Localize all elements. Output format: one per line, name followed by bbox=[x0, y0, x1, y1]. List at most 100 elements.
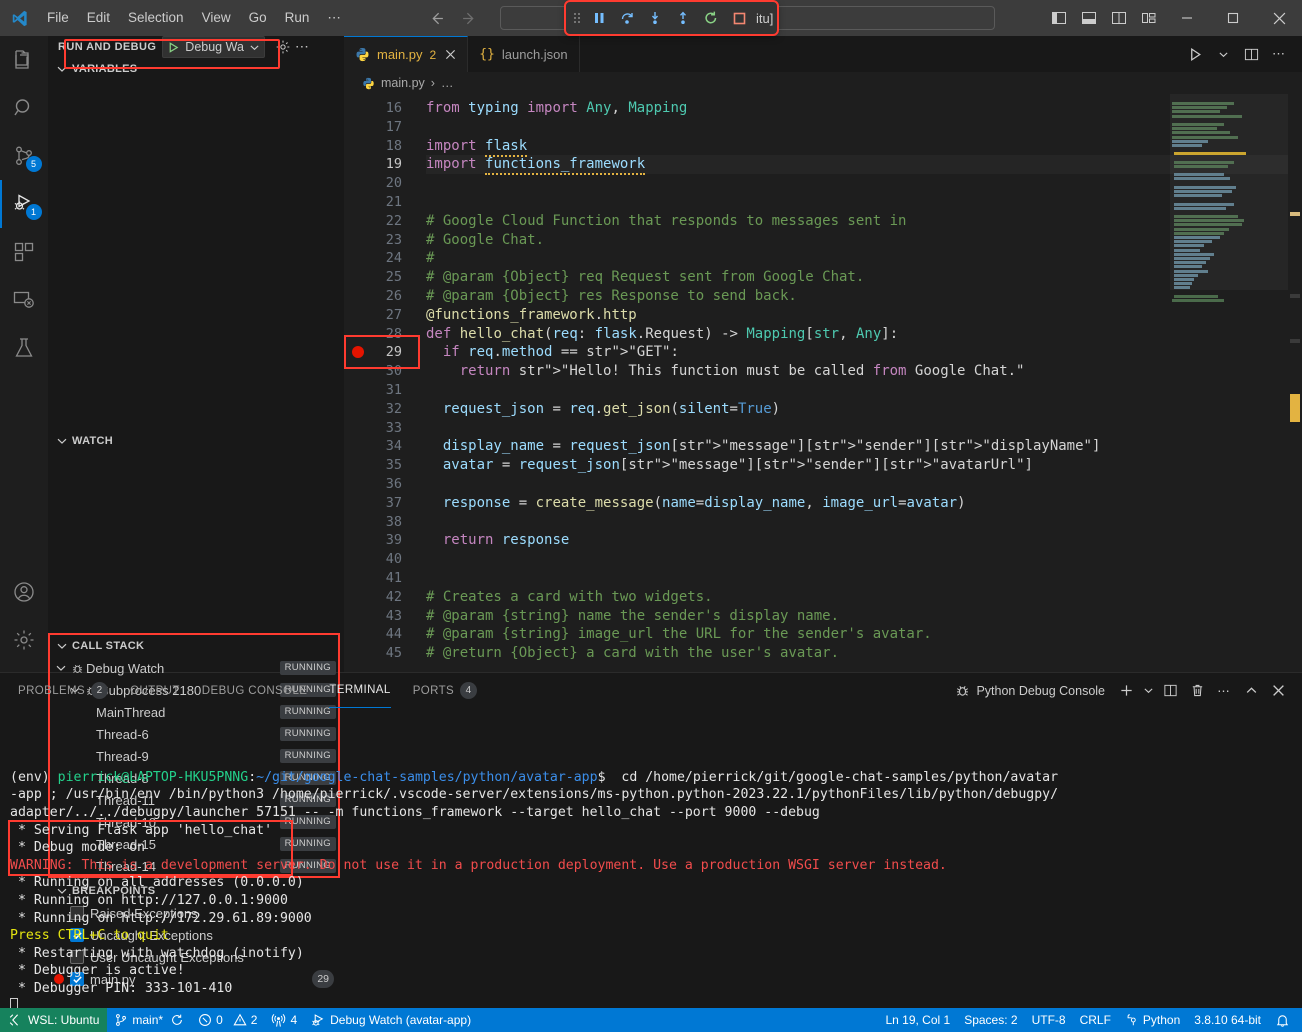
debug-step-out-button[interactable] bbox=[670, 5, 696, 31]
terminal-output[interactable]: (env) pierrick@LAPTOP-HKU5PNNG:~/git/goo… bbox=[0, 708, 1302, 1008]
tab-launch-json[interactable]: {} launch.json bbox=[468, 36, 579, 72]
debug-toolbar[interactable]: itu] bbox=[566, 2, 777, 34]
editor-overview-ruler[interactable] bbox=[1288, 94, 1302, 672]
status-debug-session[interactable]: Debug Watch (avatar-app) bbox=[304, 1008, 478, 1032]
editor-more-actions-icon[interactable]: ⋯ bbox=[1266, 36, 1292, 72]
sidebar-item-search[interactable] bbox=[0, 84, 48, 132]
panel-tab-problems[interactable]: PROBLEMS2 bbox=[18, 673, 108, 708]
new-terminal-icon[interactable] bbox=[1114, 678, 1138, 704]
status-indentation[interactable]: Spaces: 2 bbox=[957, 1008, 1024, 1032]
panel-more-actions-icon[interactable]: ⋯ bbox=[1212, 678, 1236, 704]
status-remote-indicator[interactable]: WSL: Ubuntu bbox=[0, 1008, 107, 1032]
debug-restart-button[interactable] bbox=[698, 5, 724, 31]
menu-more[interactable]: ⋯ bbox=[318, 0, 350, 36]
sidebar-header-actions[interactable]: ⋯ bbox=[275, 39, 310, 55]
watch-list[interactable] bbox=[48, 452, 344, 635]
debug-pause-button[interactable] bbox=[586, 5, 612, 31]
editor-actions[interactable]: ⋯ bbox=[1182, 36, 1302, 72]
menu-bar[interactable]: File Edit Selection View Go Run ⋯ bbox=[38, 0, 350, 36]
panel-tab-ports[interactable]: PORTS4 bbox=[413, 673, 477, 708]
panel-tab-bar[interactable]: PROBLEMS2 OUTPUT DEBUG CONSOLE TERMINAL PORT… bbox=[0, 673, 1302, 708]
menu-file[interactable]: File bbox=[38, 0, 78, 36]
sidebar-more-actions-icon[interactable]: ⋯ bbox=[295, 39, 310, 55]
accounts-icon[interactable] bbox=[0, 568, 48, 616]
status-notifications-bell-icon[interactable] bbox=[1268, 1008, 1302, 1032]
menu-run[interactable]: Run bbox=[276, 0, 319, 36]
debug-configuration-select[interactable]: Debug Wa bbox=[162, 36, 265, 58]
toggle-primary-sidebar-icon[interactable] bbox=[1044, 0, 1074, 36]
sidebar-item-source-control[interactable]: 5 bbox=[0, 132, 48, 180]
kill-terminal-trash-icon[interactable] bbox=[1185, 678, 1209, 704]
section-variables-header[interactable]: VARIABLES bbox=[48, 58, 344, 80]
start-debugging-icon[interactable] bbox=[167, 41, 180, 54]
manage-settings-gear-icon[interactable] bbox=[0, 616, 48, 664]
go-forward-icon[interactable] bbox=[461, 10, 478, 27]
minimize-button[interactable] bbox=[1164, 0, 1210, 36]
menu-view[interactable]: View bbox=[193, 0, 240, 36]
terminal-cursor bbox=[10, 998, 1302, 1009]
panel-tab-output[interactable]: OUTPUT bbox=[130, 673, 180, 708]
customize-layout-icon[interactable] bbox=[1134, 0, 1164, 36]
run-python-file-icon[interactable] bbox=[1182, 36, 1208, 72]
sidebar-item-run-and-debug[interactable]: 1 bbox=[0, 180, 48, 228]
editor-breakpoint-dot[interactable] bbox=[352, 346, 364, 358]
menu-edit[interactable]: Edit bbox=[78, 0, 119, 36]
run-dropdown-chevron-down-icon[interactable] bbox=[1210, 36, 1236, 72]
status-encoding[interactable]: UTF-8 bbox=[1025, 1008, 1073, 1032]
open-launch-json-gear-icon[interactable] bbox=[275, 39, 291, 55]
breadcrumb[interactable]: main.py › … bbox=[344, 72, 1302, 94]
menu-selection[interactable]: Selection bbox=[119, 0, 193, 36]
minimap-line bbox=[1174, 290, 1188, 293]
sidebar-item-remote-explorer[interactable] bbox=[0, 276, 48, 324]
debug-configuration-label: Debug Wa bbox=[185, 40, 244, 54]
panel-tab-terminal[interactable]: TERMINAL bbox=[329, 673, 390, 708]
status-problems[interactable]: 0 2 bbox=[191, 1008, 264, 1032]
status-cursor-position[interactable]: Ln 19, Col 1 bbox=[878, 1008, 957, 1032]
toggle-secondary-sidebar-icon[interactable] bbox=[1104, 0, 1134, 36]
window-controls[interactable] bbox=[1044, 0, 1302, 36]
terminal-line: Press CTRL+C to quit bbox=[10, 927, 1302, 945]
breadcrumb-file[interactable]: main.py bbox=[381, 76, 425, 90]
tab-close-icon[interactable] bbox=[445, 49, 456, 60]
editor-glyph-margin[interactable] bbox=[344, 94, 372, 672]
section-call-stack-header[interactable]: CALL STACK bbox=[48, 635, 344, 657]
sync-changes-icon[interactable] bbox=[170, 1013, 184, 1027]
panel-actions[interactable]: Python Debug Console ⋯ bbox=[955, 678, 1302, 704]
menu-go[interactable]: Go bbox=[240, 0, 276, 36]
status-language-mode[interactable]: Python bbox=[1118, 1008, 1187, 1032]
navigation-arrows[interactable] bbox=[428, 10, 478, 27]
debug-step-over-button[interactable] bbox=[614, 5, 640, 31]
breadcrumb-symbol[interactable]: … bbox=[441, 76, 454, 90]
variables-list[interactable] bbox=[48, 80, 344, 430]
tab-main-py[interactable]: main.py 2 bbox=[344, 36, 468, 72]
sidebar-item-explorer[interactable] bbox=[0, 36, 48, 84]
split-editor-icon[interactable] bbox=[1238, 36, 1264, 72]
terminal-tab-title[interactable]: Python Debug Console bbox=[955, 683, 1105, 698]
run-and-debug-badge: 1 bbox=[26, 204, 42, 220]
chevron-down-icon[interactable] bbox=[249, 42, 260, 53]
toggle-panel-icon[interactable] bbox=[1074, 0, 1104, 36]
go-back-icon[interactable] bbox=[428, 10, 445, 27]
panel-tab-debug-console[interactable]: DEBUG CONSOLE bbox=[202, 673, 308, 708]
maximize-panel-chevron-up-icon[interactable] bbox=[1239, 678, 1263, 704]
status-branch[interactable]: main* bbox=[107, 1008, 191, 1032]
status-eol[interactable]: CRLF bbox=[1073, 1008, 1118, 1032]
line-number: 28 bbox=[372, 325, 402, 344]
status-ports[interactable]: 4 bbox=[264, 1008, 304, 1032]
close-panel-icon[interactable] bbox=[1266, 678, 1290, 704]
code-editor[interactable]: 1617181920212223242526272829303132333435… bbox=[344, 94, 1302, 672]
close-button[interactable] bbox=[1256, 0, 1302, 36]
debug-step-into-button[interactable] bbox=[642, 5, 668, 31]
split-terminal-icon[interactable] bbox=[1158, 678, 1182, 704]
line-number: 36 bbox=[372, 475, 402, 494]
minimap-slider[interactable] bbox=[1170, 94, 1288, 290]
sidebar-item-extensions[interactable] bbox=[0, 228, 48, 276]
debug-stop-button[interactable] bbox=[726, 5, 752, 31]
sidebar-item-testing[interactable] bbox=[0, 324, 48, 372]
status-interpreter-version[interactable]: 3.8.10 64-bit bbox=[1187, 1008, 1268, 1032]
debug-toolbar-drag-handle[interactable] bbox=[570, 10, 584, 26]
terminal-dropdown-chevron-down-icon[interactable] bbox=[1141, 678, 1155, 704]
maximize-button[interactable] bbox=[1210, 0, 1256, 36]
section-watch-header[interactable]: WATCH bbox=[48, 430, 344, 452]
editor-minimap[interactable] bbox=[1170, 94, 1288, 672]
